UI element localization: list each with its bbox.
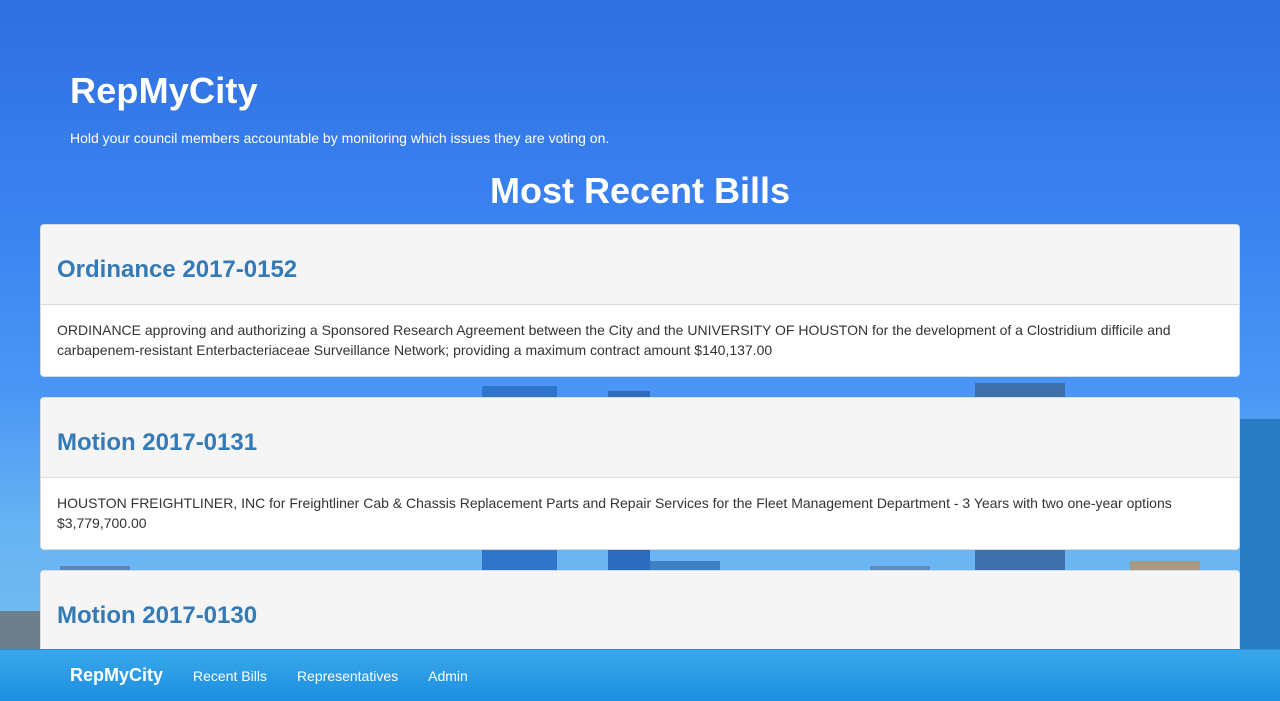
section-title: Most Recent Bills [489,170,791,211]
bill-card: Motion 2017-0131 HOUSTON FREIGHTLINER, I… [40,397,1240,550]
navbar-brand[interactable]: RepMyCity [70,665,163,686]
bill-title-link[interactable]: Ordinance 2017-0152 [57,256,297,283]
nav-link-representatives[interactable]: Representatives [297,668,398,684]
nav-link-admin[interactable]: Admin [428,668,468,684]
bill-card-header: Ordinance 2017-0152 [41,225,1239,305]
bill-description: ORDINANCE approving and authorizing a Sp… [57,322,1171,358]
site-title: RepMyCity [70,70,258,111]
bill-title-link[interactable]: Motion 2017-0131 [57,429,257,456]
bill-card-header: Motion 2017-0131 [41,398,1239,478]
bill-title-link[interactable]: Motion 2017-0130 [57,602,257,629]
bill-list: Ordinance 2017-0152 ORDINANCE approving … [40,224,1240,701]
hero-section: RepMyCity Hold your council members acco… [70,70,609,146]
nav-link-recent-bills[interactable]: Recent Bills [193,668,267,684]
site-tagline: Hold your council members accountable by… [70,130,610,146]
bill-card: Ordinance 2017-0152 ORDINANCE approving … [40,224,1240,377]
bill-description: HOUSTON FREIGHTLINER, INC for Freightlin… [57,495,1172,531]
bottom-navbar: RepMyCity Recent Bills Representatives A… [0,649,1280,701]
bill-card-header: Motion 2017-0130 [41,571,1239,651]
